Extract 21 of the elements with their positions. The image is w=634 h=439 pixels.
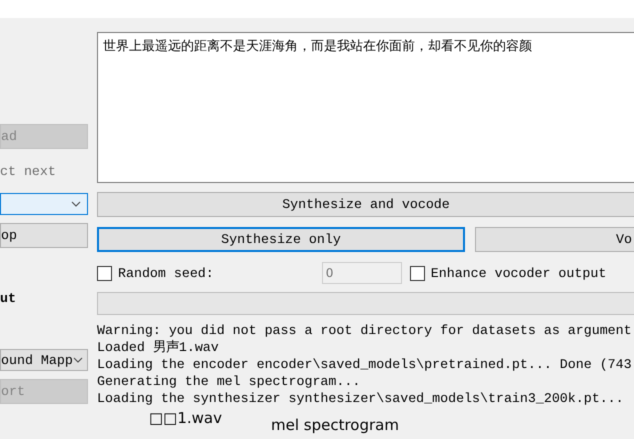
plot-title: mel spectrogram (271, 416, 399, 434)
dropdown[interactable]: ound Mapp (0, 349, 88, 371)
button[interactable]: Synthesize only (97, 227, 465, 252)
section-heading: ut (0, 291, 17, 307)
button[interactable]: op (0, 223, 88, 248)
log-line: Warning: you did not pass a root directory for datasets as argument (97, 323, 632, 338)
log-line: Loading the synthesizer synthesizer\saved_models\train3_200k.pt... (97, 391, 624, 406)
field-label: ct next (0, 164, 57, 180)
text-input[interactable]: 世界上最遥远的距离不是天涯海角，而是我站在你面前，却看不见你的容颜 (97, 32, 634, 183)
plot-title: □□1.wav (149, 409, 222, 429)
chevron-down-icon (71, 201, 81, 207)
dropdown[interactable] (0, 193, 88, 215)
button[interactable]: Vo (475, 227, 634, 252)
log-line: Loaded 男声1.wav (97, 340, 219, 355)
chevron-down-icon (72, 357, 83, 363)
button[interactable]: Synthesize and vocode (97, 192, 634, 217)
checkbox-label: Random seed: (118, 266, 214, 280)
log-line: Generating the mel spectrogram... (97, 374, 360, 389)
log-line: Loading the encoder encoder\saved_models\pretrained.pt... Done (743 (97, 357, 632, 372)
checkbox-label: Enhance vocoder output (430, 266, 606, 280)
checkbox[interactable] (410, 266, 425, 280)
